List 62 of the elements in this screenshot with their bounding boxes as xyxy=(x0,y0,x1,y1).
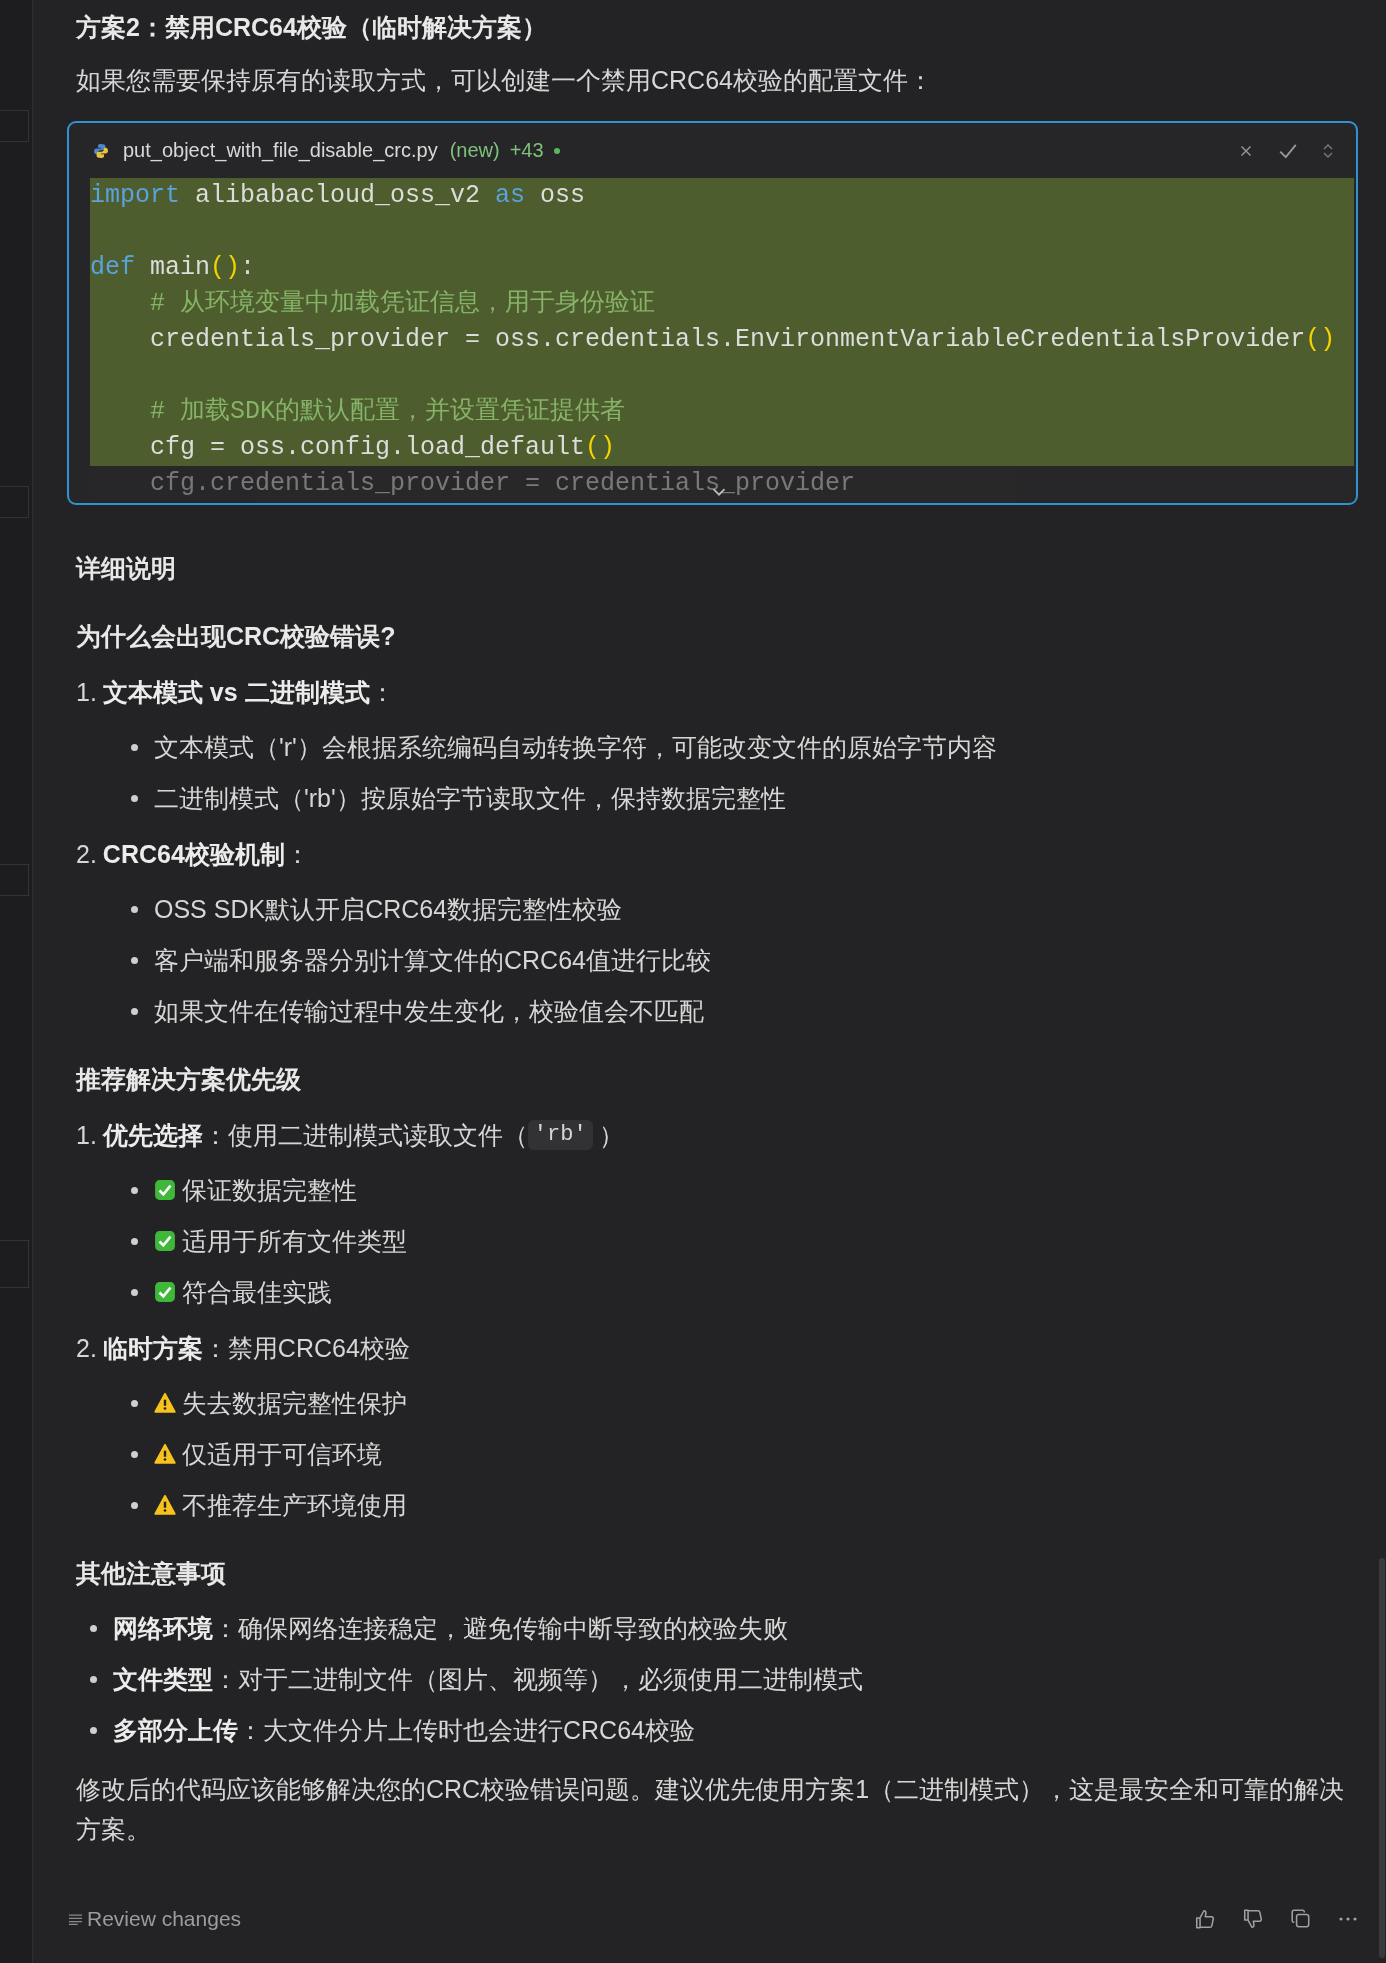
intro-text: 如果您需要保持原有的读取方式，可以创建一个禁用CRC64校验的配置文件： xyxy=(76,65,934,96)
check-mark-icon xyxy=(154,1281,176,1303)
list-item-text: 临时方案：禁用CRC64校验 xyxy=(102,1333,410,1364)
list-item-text: 仅适用于可信环境 xyxy=(182,1439,382,1470)
list-item-text: 不推荐生产环境使用 xyxy=(182,1490,407,1521)
bullet-icon xyxy=(90,1624,97,1632)
list-item-text: 失去数据完整性保护 xyxy=(182,1388,407,1419)
bullet-icon xyxy=(131,1501,138,1509)
section-heading: 详细说明 xyxy=(76,553,177,584)
file-name: put_object_with_file_disable_crc.py xyxy=(123,139,438,162)
subsection-heading: 为什么会出现CRC校验错误? xyxy=(76,621,397,652)
list-item-text: 保证数据完整性 xyxy=(182,1175,357,1206)
bullet-icon xyxy=(131,1186,138,1194)
summary-text: 修改后的代码应该能够解决您的CRC校验错误问题。建议优先使用方案1（二进制模式），这是最安全和可靠的解决方案。 xyxy=(76,1774,1346,1845)
bullet-icon xyxy=(131,905,138,913)
list-item-text: 文件类型：对于二进制文件（图片、视频等），必须使用二进制模式 xyxy=(113,1664,863,1695)
list-item-text: CRC64校验机制： xyxy=(102,839,310,870)
warning-icon xyxy=(154,1392,176,1414)
bullet-icon xyxy=(131,1399,138,1407)
list-item-text: 符合最佳实践 xyxy=(182,1277,332,1308)
warning-icon xyxy=(154,1443,176,1465)
bullet-icon xyxy=(131,743,138,751)
thumbs-down-icon[interactable] xyxy=(1242,1908,1264,1930)
list-number: 1. xyxy=(76,1120,97,1151)
inline-code: 'rb' xyxy=(527,1120,593,1150)
warning-icon xyxy=(154,1494,176,1516)
check-mark-icon xyxy=(154,1179,176,1201)
list-item-text: ） xyxy=(598,1120,624,1151)
list-item-text: 文本模式 vs 二进制模式： xyxy=(102,677,395,708)
list-item-text: 多部分上传：大文件分片上传时也会进行CRC64校验 xyxy=(113,1715,695,1746)
file-type-icon xyxy=(93,142,109,159)
thumbs-up-icon[interactable] xyxy=(1194,1908,1216,1930)
bullet-icon xyxy=(131,1450,138,1458)
status-dot-icon xyxy=(553,147,560,154)
list-item-text: 如果文件在传输过程中发生变化，校验值会不匹配 xyxy=(154,996,704,1027)
list-item-text: 客户端和服务器分别计算文件的CRC64值进行比较 xyxy=(154,945,711,976)
list-item-text: 文本模式（'r'）会根据系统编码自动转换字符，可能改变文件的原始字节内容 xyxy=(154,732,997,763)
more-icon[interactable] xyxy=(1338,1916,1358,1922)
bullet-icon xyxy=(131,1288,138,1296)
list-item-text: 优先选择：使用二进制模式读取文件（ xyxy=(102,1120,528,1151)
bullet-icon xyxy=(90,1675,97,1683)
additions-count: +43 xyxy=(509,139,544,162)
list-item-text: 适用于所有文件类型 xyxy=(182,1226,407,1257)
list-item-text: 网络环境：确保网络连接稳定，避免传输中断导致的校验失败 xyxy=(113,1613,788,1644)
file-status: (new) xyxy=(449,139,500,162)
bullet-icon xyxy=(131,1237,138,1245)
bullet-icon xyxy=(131,794,138,802)
subsection-heading: 其他注意事项 xyxy=(76,1558,227,1589)
review-changes-button[interactable]: Review changes xyxy=(69,1907,242,1931)
list-item-text: OSS SDK默认开启CRC64数据完整性校验 xyxy=(154,894,623,925)
bullet-icon xyxy=(90,1726,97,1734)
bullet-icon xyxy=(131,1007,138,1015)
subsection-heading: 推荐解决方案优先级 xyxy=(76,1064,302,1095)
list-number: 1. xyxy=(76,677,97,708)
list-number: 2. xyxy=(76,1333,97,1364)
copy-icon[interactable] xyxy=(1290,1908,1312,1930)
bullet-icon xyxy=(131,956,138,964)
lines-icon xyxy=(69,1913,82,1925)
list-number: 2. xyxy=(76,839,97,870)
section-heading: 方案2：禁用CRC64校验（临时解决方案） xyxy=(76,12,548,43)
check-mark-icon xyxy=(154,1230,176,1252)
list-item-text: 二进制模式（'rb'）按原始字节读取文件，保持数据完整性 xyxy=(154,783,786,814)
